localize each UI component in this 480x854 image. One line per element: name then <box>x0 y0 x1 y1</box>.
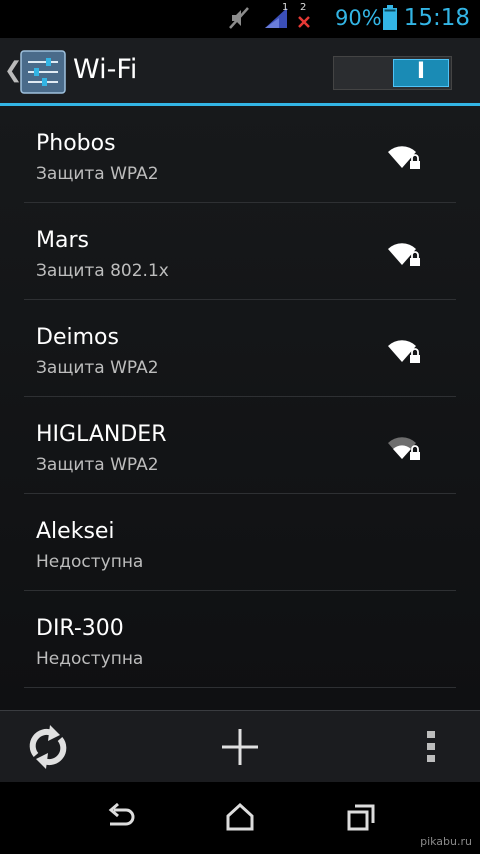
network-name: Aleksei <box>36 519 115 544</box>
network-name: Deimos <box>36 325 119 350</box>
network-name: Mars <box>36 228 89 253</box>
add-network-icon[interactable] <box>220 727 260 771</box>
network-name: HIGLANDER <box>36 422 167 447</box>
watermark: pikabu.ru <box>420 835 472 848</box>
network-item-mars[interactable]: Mars Защита 802.1x <box>24 203 456 300</box>
network-name: DIR-300 <box>36 616 124 641</box>
overflow-menu-icon[interactable] <box>425 729 437 769</box>
network-status: Защита WPA2 <box>36 164 159 184</box>
battery-icon <box>382 5 398 35</box>
navigation-bar: pikabu.ru <box>0 782 480 854</box>
network-status: Недоступна <box>36 649 144 669</box>
signal-badge: 1 <box>282 2 289 13</box>
battery-percent: 90% <box>335 6 382 30</box>
back-icon[interactable] <box>104 802 136 836</box>
wifi-locked-signal-icon <box>386 336 422 370</box>
network-list: Phobos Защита WPA2 Mars Защита 802.1x De… <box>0 106 480 710</box>
settings-app-icon[interactable] <box>20 50 66 98</box>
action-bar: ❮ Wi-Fi I <box>0 38 480 106</box>
wifi-locked-signal-icon <box>386 142 422 176</box>
bottom-action-bar <box>0 710 480 782</box>
wifi-locked-weak-signal-icon <box>386 433 422 467</box>
network-status: Защита 802.1x <box>36 261 169 281</box>
network-item-higlander[interactable]: HIGLANDER Защита WPA2 <box>24 397 456 494</box>
network-item-phobos[interactable]: Phobos Защита WPA2 <box>24 106 456 203</box>
network-item-dir-300[interactable]: DIR-300 Недоступна <box>24 591 456 688</box>
wifi-toggle[interactable]: I <box>333 56 452 90</box>
network-item-deimos[interactable]: Deimos Защита WPA2 <box>24 300 456 397</box>
network-status: Недоступна <box>36 552 144 572</box>
network-item-aleksei[interactable]: Aleksei Недоступна <box>24 494 456 591</box>
no-sim-icon <box>297 14 311 33</box>
home-icon[interactable] <box>224 802 256 836</box>
network-status: Защита WPA2 <box>36 455 159 475</box>
clock: 15:18 <box>403 5 470 31</box>
sim-badge: 2 <box>300 2 307 13</box>
page-title: Wi-Fi <box>73 54 138 85</box>
wifi-locked-signal-icon <box>386 239 422 273</box>
recents-icon[interactable] <box>345 802 377 836</box>
refresh-icon[interactable] <box>26 725 70 773</box>
network-name: Phobos <box>36 131 116 156</box>
mute-icon <box>228 6 250 34</box>
network-status: Защита WPA2 <box>36 358 159 378</box>
status-bar: 1 2 90% 15:18 <box>0 0 480 38</box>
wifi-toggle-knob[interactable]: I <box>393 59 449 87</box>
